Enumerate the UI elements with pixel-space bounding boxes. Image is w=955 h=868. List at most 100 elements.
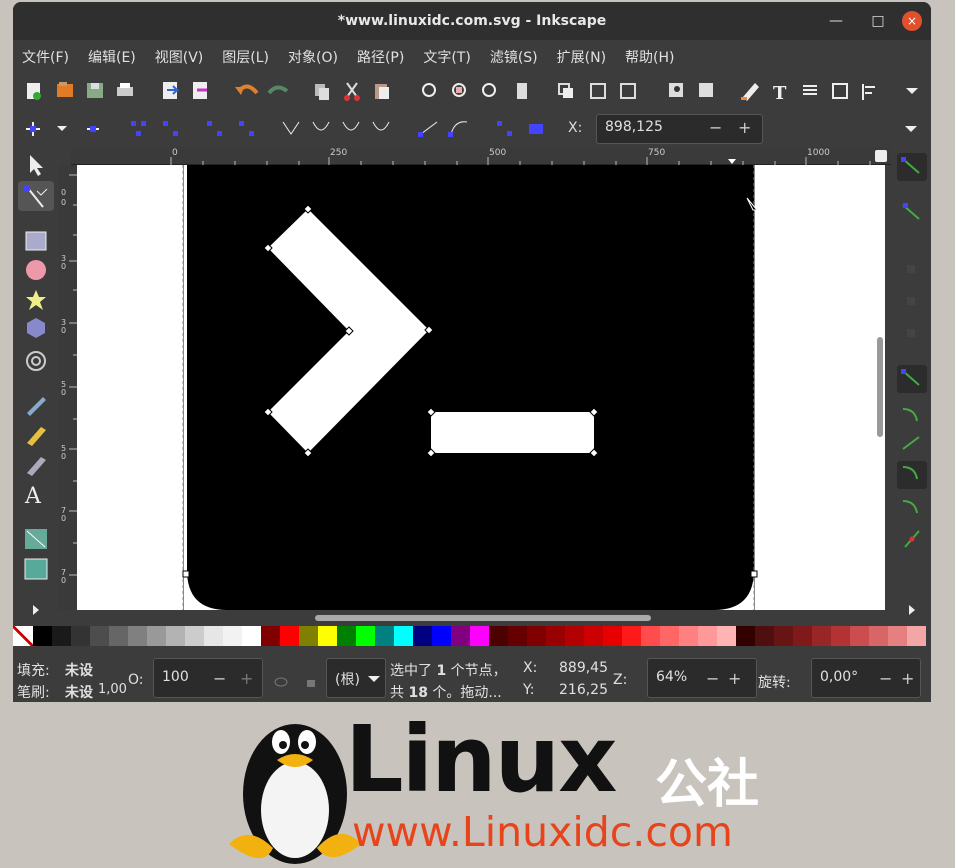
color-swatch[interactable] (109, 626, 128, 646)
opacity-decrement[interactable]: − (213, 669, 226, 688)
delete-segment-icon[interactable] (239, 121, 254, 136)
undo-icon[interactable] (235, 84, 259, 95)
xml-editor-icon[interactable] (669, 83, 683, 97)
node-auto-icon[interactable] (372, 121, 390, 131)
color-swatch[interactable] (717, 626, 736, 646)
color-swatch[interactable] (242, 626, 261, 646)
color-swatch[interactable] (565, 626, 584, 646)
close-button[interactable]: × (902, 11, 922, 31)
zoom-page-icon[interactable] (482, 83, 496, 97)
node-x-increment[interactable]: + (738, 118, 751, 137)
pencil-tool-icon[interactable] (27, 397, 46, 416)
join-segment-icon[interactable] (207, 121, 222, 136)
zoom-drawing-icon[interactable] (452, 83, 466, 97)
layers-icon[interactable] (803, 85, 817, 95)
segment-curve-icon[interactable] (448, 121, 468, 137)
align-icon[interactable] (699, 83, 713, 97)
duplicate-icon[interactable] (315, 84, 329, 100)
node-symmetric-icon[interactable] (342, 121, 360, 131)
mesh-tool-icon[interactable] (24, 558, 48, 580)
color-swatch[interactable] (318, 626, 337, 646)
color-swatch[interactable] (470, 626, 489, 646)
color-swatch[interactable] (793, 626, 812, 646)
color-swatch[interactable] (52, 626, 71, 646)
group-icon[interactable] (558, 83, 573, 98)
node-cusp-icon[interactable] (282, 121, 300, 135)
snap-bbox-icon[interactable] (902, 203, 920, 220)
rotate-increment[interactable]: + (901, 669, 914, 688)
opacity-increment[interactable]: + (240, 669, 253, 688)
stroke-to-path-icon[interactable] (529, 124, 543, 134)
color-swatch[interactable] (356, 626, 375, 646)
import-icon[interactable] (163, 82, 180, 99)
color-swatch[interactable] (869, 626, 888, 646)
color-swatch[interactable] (71, 626, 90, 646)
ungroup-icon[interactable] (590, 83, 606, 99)
cut-icon[interactable] (344, 82, 360, 101)
snap-center-icon[interactable] (904, 530, 920, 548)
color-swatch[interactable] (451, 626, 470, 646)
symbols-icon[interactable] (832, 83, 848, 99)
fill-stroke-icon[interactable] (741, 83, 759, 101)
insert-node-dropdown-icon[interactable] (57, 126, 67, 131)
new-document-icon[interactable] (27, 83, 41, 100)
color-swatch[interactable] (128, 626, 147, 646)
color-swatch[interactable] (204, 626, 223, 646)
color-swatch[interactable] (489, 626, 508, 646)
color-swatch[interactable] (679, 626, 698, 646)
ellipse-tool-icon[interactable] (26, 260, 46, 280)
menu-edit[interactable]: 编辑(E) (88, 47, 136, 67)
snap-midpoint-icon[interactable] (902, 500, 918, 514)
align-distribute-icon[interactable] (862, 84, 875, 100)
menu-object[interactable]: 对象(O) (288, 47, 338, 67)
drawing-canvas[interactable] (77, 165, 885, 610)
minimize-button[interactable]: — (826, 11, 846, 31)
insert-node-icon[interactable] (26, 122, 40, 136)
vertical-ruler[interactable]: 00303050507070 (59, 165, 77, 610)
color-swatch[interactable] (812, 626, 831, 646)
snap-path-icon[interactable] (902, 408, 918, 422)
calligraphy-tool-icon[interactable] (27, 457, 46, 476)
controls-overflow-icon[interactable] (905, 126, 917, 132)
horizontal-ruler[interactable]: 0 250 500 750 1000 (71, 147, 891, 165)
color-swatch[interactable] (850, 626, 869, 646)
node-x-decrement[interactable]: − (709, 118, 722, 137)
title-bar[interactable]: *www.linuxidc.com.svg - Inkscape — □ × (13, 2, 931, 40)
color-swatch[interactable] (299, 626, 318, 646)
color-swatch[interactable] (584, 626, 603, 646)
snap-bbox-edge-icon[interactable] (907, 265, 915, 273)
color-swatch[interactable] (166, 626, 185, 646)
color-swatch[interactable] (603, 626, 622, 646)
no-paint-swatch[interactable] (13, 626, 33, 646)
zoom-increment[interactable]: + (728, 669, 741, 688)
menu-help[interactable]: 帮助(H) (625, 47, 674, 67)
segment-line-icon[interactable] (418, 121, 438, 137)
raise-icon[interactable] (620, 83, 636, 99)
color-swatch[interactable] (698, 626, 717, 646)
vertical-scrollbar[interactable] (877, 337, 883, 437)
color-swatch[interactable] (147, 626, 166, 646)
menu-view[interactable]: 视图(V) (155, 47, 204, 67)
spiral-tool-icon[interactable] (26, 351, 46, 371)
toggle-visibility-icon[interactable] (274, 677, 288, 687)
node-smooth-icon[interactable] (312, 121, 330, 131)
color-swatch[interactable] (413, 626, 432, 646)
snap-bbox-corner-icon[interactable] (907, 297, 915, 305)
color-swatch[interactable] (90, 626, 109, 646)
break-path-icon[interactable] (163, 121, 178, 136)
save-document-icon[interactable] (87, 83, 103, 98)
delete-node-icon[interactable] (87, 126, 99, 132)
color-swatch[interactable] (185, 626, 204, 646)
menu-file[interactable]: 文件(F) (22, 47, 69, 67)
snap-intersection-icon[interactable] (902, 436, 920, 450)
rectangle-tool-icon[interactable] (25, 231, 47, 251)
open-document-icon[interactable] (57, 82, 73, 97)
color-swatch[interactable] (337, 626, 356, 646)
paste-icon[interactable] (375, 84, 389, 99)
3d-box-tool-icon[interactable] (27, 318, 45, 338)
color-swatch[interactable] (660, 626, 679, 646)
color-swatch[interactable] (641, 626, 660, 646)
menu-path[interactable]: 路径(P) (357, 47, 404, 67)
zoom-selection-icon[interactable] (422, 83, 436, 97)
maximize-button[interactable]: □ (868, 11, 888, 31)
